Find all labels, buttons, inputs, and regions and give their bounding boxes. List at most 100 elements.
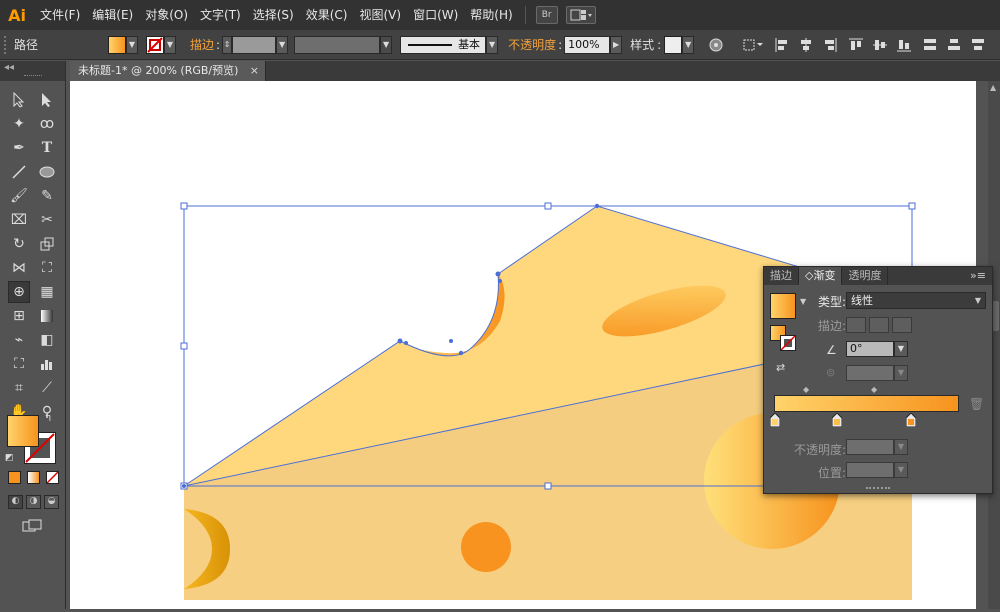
handle-top-left[interactable] <box>180 202 188 210</box>
opacity-field[interactable]: 100% <box>564 35 611 54</box>
shape-builder-tool-icon[interactable]: ⊕ <box>8 281 30 303</box>
selection-tool-icon[interactable] <box>8 89 30 111</box>
gradient-mode-icon[interactable] <box>27 471 40 484</box>
distribute-bottom-icon[interactable] <box>970 37 986 53</box>
stop-position-field[interactable] <box>846 462 894 478</box>
scroll-up-icon[interactable]: ▲ <box>990 83 996 92</box>
align-top-icon[interactable] <box>848 37 864 53</box>
tools-panel-header[interactable]: ◂◂ <box>0 61 65 81</box>
stroke-weight-field[interactable] <box>232 35 277 54</box>
arrange-documents-icon[interactable] <box>565 6 596 24</box>
color-stop-middle[interactable] <box>831 412 843 430</box>
screen-mode-icon[interactable] <box>22 519 44 533</box>
magic-wand-tool-icon[interactable]: ✦ <box>8 113 30 135</box>
none-mode-icon[interactable] <box>46 471 59 484</box>
anchor-point[interactable] <box>182 484 186 488</box>
menu-edit[interactable]: 编辑(E) <box>86 0 139 30</box>
symbol-sprayer-tool-icon[interactable]: ⛶ <box>8 353 30 375</box>
mesh-tool-icon[interactable]: ⊞ <box>8 305 30 327</box>
rotate-tool-icon[interactable]: ↻ <box>8 233 30 255</box>
handle-middle-left[interactable] <box>180 342 188 350</box>
line-tool-icon[interactable] <box>8 161 30 183</box>
opacity-dropdown[interactable]: ▶ <box>610 35 623 54</box>
stroke-dropdown[interactable]: ▼ <box>164 35 176 54</box>
fill-dropdown[interactable]: ▼ <box>126 35 138 54</box>
stroke-along-icon[interactable] <box>869 317 889 333</box>
menu-effect[interactable]: 效果(C) <box>300 0 354 30</box>
gradient-slider[interactable] <box>774 395 959 412</box>
draw-behind-icon[interactable]: ◑ <box>26 495 41 509</box>
column-graph-tool-icon[interactable] <box>36 353 58 375</box>
align-left-icon[interactable] <box>774 37 790 53</box>
graphic-style-swatch[interactable] <box>664 35 683 54</box>
reverse-gradient-icon[interactable]: ⇄ <box>776 361 792 375</box>
default-colors-icon[interactable]: ◩ <box>5 453 14 463</box>
direct-selection-tool-icon[interactable] <box>36 89 58 111</box>
handle-top-right[interactable] <box>908 202 916 210</box>
draw-inside-icon[interactable]: ◒ <box>44 495 59 509</box>
anchor-point[interactable] <box>449 339 453 343</box>
scale-tool-icon[interactable] <box>36 233 58 255</box>
variable-width-dropdown[interactable]: ▼ <box>380 35 393 54</box>
anchor-point[interactable] <box>397 338 403 344</box>
graphic-style-dropdown[interactable]: ▼ <box>682 35 695 54</box>
menu-window[interactable]: 窗口(W) <box>407 0 464 30</box>
tab-gradient[interactable]: ◇渐变 <box>799 267 843 285</box>
opacity-label[interactable]: 不透明度 <box>508 36 556 53</box>
paintbrush-tool-icon[interactable]: 🖌 <box>8 185 30 207</box>
stroke-across-icon[interactable] <box>892 317 912 333</box>
fill-color-front[interactable] <box>7 415 39 447</box>
perspective-grid-tool-icon[interactable]: ▦ <box>36 281 58 303</box>
aspect-ratio-dropdown[interactable]: ▼ <box>894 365 908 381</box>
stroke-label[interactable]: 描边 <box>190 36 214 53</box>
stop-opacity-field[interactable] <box>846 439 894 455</box>
angle-dropdown[interactable]: ▼ <box>894 341 908 357</box>
pencil-tool-icon[interactable]: ✎ <box>36 185 58 207</box>
align-right-icon[interactable] <box>822 37 838 53</box>
width-tool-icon[interactable]: ⋈ <box>8 257 30 279</box>
distribute-vcenter-icon[interactable] <box>946 37 962 53</box>
recolor-artwork-icon[interactable] <box>708 37 724 53</box>
stroke-within-icon[interactable] <box>846 317 866 333</box>
anchor-point[interactable] <box>404 341 408 345</box>
gradient-tool-icon[interactable] <box>36 305 58 327</box>
blend-tool-icon[interactable]: ◧ <box>36 329 58 351</box>
menu-object[interactable]: 对象(O) <box>139 0 194 30</box>
stroke-swatch[interactable] <box>146 35 164 54</box>
aspect-ratio-field[interactable] <box>846 365 894 381</box>
angle-field[interactable]: 0° <box>846 341 894 357</box>
eyedropper-tool-icon[interactable]: ⌁ <box>8 329 30 351</box>
variable-width-field[interactable] <box>294 35 381 54</box>
color-mode-icon[interactable] <box>8 471 21 484</box>
brush-style-dropdown[interactable]: ▼ <box>486 35 499 54</box>
tab-stroke[interactable]: 描边 <box>764 267 799 285</box>
document-tab[interactable]: 未标题-1* @ 200% (RGB/预览) × <box>70 61 266 81</box>
align-hcenter-icon[interactable] <box>798 37 814 53</box>
panel-stroke-swatch[interactable] <box>780 335 796 351</box>
stroke-weight-dropdown[interactable]: ▼ <box>276 35 289 54</box>
gradient-preset-dropdown[interactable]: ▼ <box>800 297 806 306</box>
menu-help[interactable]: 帮助(H) <box>464 0 518 30</box>
anchor-point[interactable] <box>458 350 464 356</box>
bridge-button[interactable]: Br <box>535 6 558 24</box>
close-tab-icon[interactable]: × <box>250 61 259 81</box>
swap-colors-icon[interactable]: ↰ <box>44 413 52 424</box>
ellipse-tool-icon[interactable] <box>36 161 58 183</box>
gradient-preview-swatch[interactable] <box>770 293 796 319</box>
panel-resize-grip[interactable] <box>866 487 890 490</box>
artboard-tool-icon[interactable]: ⌗ <box>8 377 30 399</box>
pen-tool-icon[interactable]: ✒ <box>8 137 30 159</box>
stroke-weight-stepper[interactable]: ⇕ <box>222 35 233 54</box>
cheese-hole-small[interactable] <box>461 522 511 572</box>
handle-top-center[interactable] <box>544 202 552 210</box>
blob-brush-tool-icon[interactable]: ⌧ <box>8 209 30 231</box>
anchor-point[interactable] <box>594 203 600 209</box>
menu-view[interactable]: 视图(V) <box>353 0 407 30</box>
handle-bottom-center[interactable] <box>544 482 552 490</box>
midpoint-diamond[interactable]: ◆ <box>803 385 809 394</box>
distribute-top-icon[interactable] <box>922 37 938 53</box>
align-bottom-icon[interactable] <box>896 37 912 53</box>
menu-file[interactable]: 文件(F) <box>34 0 86 30</box>
color-stop-start[interactable] <box>769 412 781 430</box>
slice-tool-icon[interactable]: ⟋ <box>36 377 58 399</box>
